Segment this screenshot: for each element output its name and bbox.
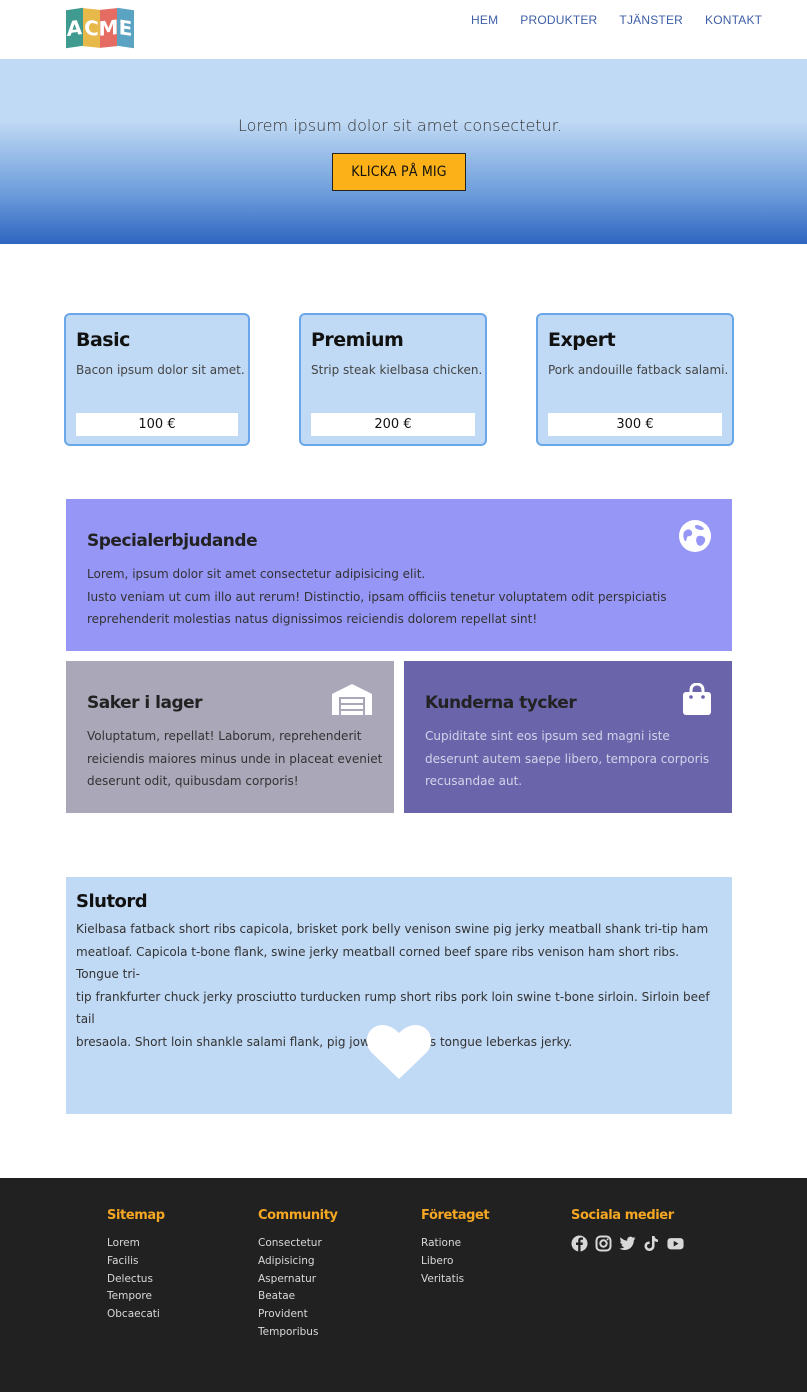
instagram-icon[interactable] (595, 1235, 612, 1252)
text-line: Kielbasa fatback short ribs capicola, br… (76, 922, 709, 936)
footer-link[interactable]: Facilis (107, 1253, 165, 1271)
text-line: Voluptatum, repellat! Laborum, reprehend… (87, 729, 362, 743)
special-offer-block: Specialerbjudande Lorem, ipsum dolor sit… (66, 499, 732, 651)
footer-link[interactable]: Aspernatur (258, 1271, 338, 1289)
block-title: Saker i lager (87, 693, 203, 713)
heart-icon (366, 1023, 432, 1085)
nav-item-hem[interactable]: HEM (471, 13, 498, 27)
footer-heading: Sociala medier (571, 1208, 674, 1223)
warehouse-icon (331, 683, 373, 719)
footer-heading: Företaget (421, 1208, 490, 1223)
nav-item-tjanster[interactable]: TJÄNSTER (619, 13, 683, 27)
footer-heading: Sitemap (107, 1208, 165, 1223)
footer-link[interactable]: Libero (421, 1253, 489, 1271)
plan-price: 200 € (311, 413, 475, 436)
footer-link[interactable]: Consectetur (258, 1235, 338, 1253)
text-line: reiciendis maiores minus unde in placeat… (87, 751, 383, 766)
footer-link[interactable]: Obcaecati (107, 1306, 165, 1324)
closing-words-section: Slutord Kielbasa fatback short ribs capi… (66, 877, 732, 1114)
footer-link[interactable]: Delectus (107, 1271, 165, 1289)
logo-letter: C (83, 8, 100, 48)
text-line: deserunt odit, quibusdam corporis! (87, 774, 299, 788)
footer-link[interactable]: Lorem (107, 1235, 165, 1253)
main-nav: HEM PRODUKTER TJÄNSTER KONTAKT (471, 13, 784, 27)
nav-item-kontakt[interactable]: KONTAKT (705, 13, 762, 27)
customer-reviews-block: Kunderna tycker Cupiditate sint eos ipsu… (404, 661, 732, 813)
text-line: reprehenderit molestias natus dignissimo… (87, 612, 538, 626)
block-title: Kunderna tycker (425, 693, 577, 713)
block-title: Specialerbjudande (87, 531, 258, 551)
footer-col-company: Företaget Ratione Libero Veritatis (421, 1208, 490, 1289)
twitter-icon[interactable] (619, 1235, 636, 1252)
text-line: Iusto veniam ut cum illo aut rerum! Dist… (87, 589, 667, 604)
plan-title: Expert (548, 329, 616, 351)
block-text: Lorem, ipsum dolor sit amet consectetur … (87, 563, 667, 631)
logo-letter: E (117, 7, 134, 49)
plan-price: 300 € (548, 413, 722, 436)
text-line: recusandae aut. (425, 774, 523, 788)
acme-logo[interactable]: A C M E (66, 7, 134, 49)
social-icons (571, 1235, 684, 1252)
block-text: Voluptatum, repellat! Laborum, reprehend… (87, 725, 382, 793)
footer-heading: Community (258, 1208, 338, 1223)
plan-card-basic[interactable]: Basic Bacon ipsum dolor sit amet. 100 € (64, 313, 250, 446)
site-footer: Sitemap Lorem Facilis Delectus Tempore O… (0, 1178, 807, 1392)
tiktok-icon[interactable] (643, 1235, 660, 1252)
plan-card-expert[interactable]: Expert Pork andouille fatback salami. 30… (536, 313, 734, 446)
in-stock-block: Saker i lager Voluptatum, repellat! Labo… (66, 661, 394, 813)
nav-item-produkter[interactable]: PRODUKTER (520, 13, 597, 27)
footer-link[interactable]: Provident (258, 1306, 338, 1324)
logo-letter: M (99, 8, 118, 48)
section-title: Slutord (76, 891, 148, 912)
text-line: Cupiditate sint eos ipsum sed magni iste (425, 729, 670, 743)
plan-title: Basic (76, 329, 130, 351)
plan-price: 100 € (76, 413, 238, 436)
text-line: meatloaf. Capicola t-bone flank, swine j… (76, 944, 680, 982)
text-line: deserunt autem saepe libero, tempora cor… (425, 751, 710, 766)
hero-banner: Lorem ipsum dolor sit amet consectetur. … (0, 59, 807, 244)
footer-link[interactable]: Tempore (107, 1288, 165, 1306)
footer-col-sitemap: Sitemap Lorem Facilis Delectus Tempore O… (107, 1208, 165, 1324)
footer-link[interactable]: Temporibus (258, 1324, 338, 1342)
footer-link[interactable]: Beatae (258, 1288, 338, 1306)
block-text: Cupiditate sint eos ipsum sed magni iste… (425, 725, 709, 793)
shopping-bag-icon (682, 682, 712, 719)
youtube-icon[interactable] (667, 1235, 684, 1252)
hero-cta-button[interactable]: KLICKA PÅ MIG (332, 153, 466, 191)
globe-icon (678, 519, 712, 557)
site-header: A C M E HEM PRODUKTER TJÄNSTER KONTAKT (0, 0, 807, 59)
plan-description: Bacon ipsum dolor sit amet. (76, 363, 245, 377)
facebook-icon[interactable] (571, 1235, 588, 1252)
footer-col-community: Community Consectetur Adipisicing Aspern… (258, 1208, 338, 1342)
plan-description: Strip steak kielbasa chicken. (311, 363, 483, 377)
footer-col-social: Sociala medier (571, 1208, 684, 1252)
text-line: Lorem, ipsum dolor sit amet consectetur … (87, 567, 426, 581)
plan-card-premium[interactable]: Premium Strip steak kielbasa chicken. 20… (299, 313, 487, 446)
plan-title: Premium (311, 329, 404, 351)
footer-link[interactable]: Veritatis (421, 1271, 489, 1289)
footer-link[interactable]: Ratione (421, 1235, 489, 1253)
logo-letter: A (66, 7, 83, 49)
footer-link[interactable]: Adipisicing (258, 1253, 338, 1271)
plan-description: Pork andouille fatback salami. (548, 363, 729, 377)
hero-text: Lorem ipsum dolor sit amet consectetur. (238, 116, 562, 135)
